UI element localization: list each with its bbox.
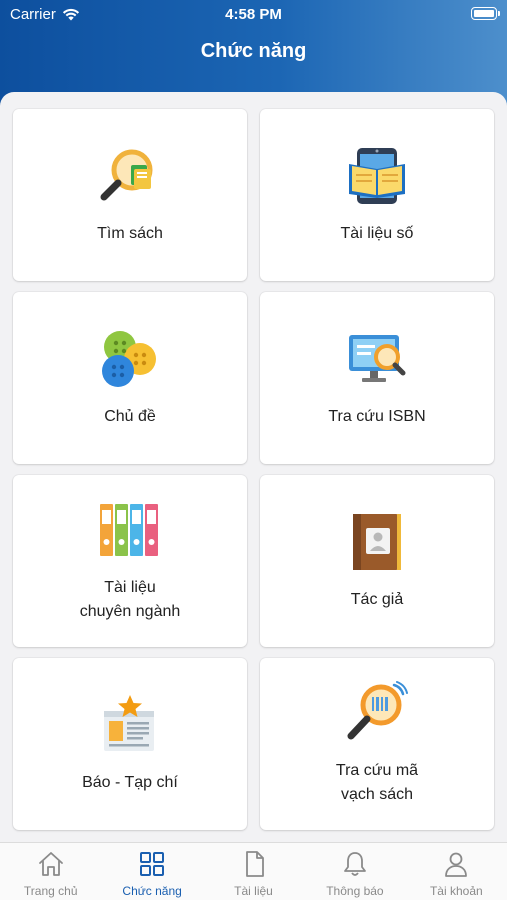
tab-bar: Trang chủ Chức năng Tài liệu Thông báo T…: [0, 842, 507, 900]
function-label: Chủ đề: [104, 408, 156, 425]
function-label: Báo - Tạp chí: [82, 774, 178, 791]
function-label: Tài liệu số: [340, 225, 414, 242]
function-card-isbn-lookup[interactable]: Tra cứu ISBN: [260, 292, 494, 464]
author-book-icon: [353, 514, 401, 570]
home-icon: [38, 852, 63, 876]
function-label: Tra cứu mã vạch sách: [335, 762, 419, 803]
function-card-authors[interactable]: Tác giả: [260, 475, 494, 647]
digital-book-icon: [349, 148, 405, 204]
status-bar: Carrier 4:58 PM: [0, 0, 507, 28]
tab-account[interactable]: Tài khoản: [406, 843, 507, 900]
function-card-find-book[interactable]: Tìm sách: [13, 109, 247, 281]
tab-home[interactable]: Trang chủ: [0, 843, 101, 900]
tab-notifications[interactable]: Thông báo: [304, 843, 405, 900]
function-card-digital-docs[interactable]: Tài liệu số: [260, 109, 494, 281]
page-title: Chức năng: [200, 40, 307, 62]
function-card-topics[interactable]: Chủ đề: [13, 292, 247, 464]
buttons-topic-icon: [102, 331, 156, 387]
function-label: Tra cứu ISBN: [328, 408, 426, 425]
tab-label: Thông báo: [326, 884, 384, 898]
tab-functions[interactable]: Chức năng: [101, 843, 202, 900]
battery-icon: [471, 7, 500, 20]
function-card-specialized-docs[interactable]: Tài liệu chuyên ngành: [13, 475, 247, 647]
newspaper-icon: [104, 695, 154, 751]
function-label: Tài liệu chuyên ngành: [79, 579, 181, 620]
tab-documents[interactable]: Tài liệu: [203, 843, 304, 900]
function-label: Tác giả: [350, 591, 404, 608]
tab-label: Tài khoản: [429, 884, 483, 898]
barcode-search-icon: [347, 681, 408, 740]
tab-label: Trang chủ: [23, 884, 78, 898]
document-icon: [245, 851, 264, 877]
user-icon: [445, 852, 468, 877]
tab-label: Chức năng: [122, 884, 182, 898]
monitor-search-icon: [349, 335, 406, 382]
function-card-newspapers[interactable]: Báo - Tạp chí: [13, 658, 247, 830]
book-search-icon: [100, 149, 153, 201]
function-label: Tìm sách: [97, 225, 163, 242]
binders-icon: [100, 504, 158, 556]
function-card-barcode-lookup[interactable]: Tra cứu mã vạch sách: [260, 658, 494, 830]
status-time: 4:58 PM: [225, 6, 282, 23]
bell-icon: [344, 852, 366, 876]
grid-icon: [140, 852, 165, 876]
function-grid: Tìm sách Tài liệu số Chủ đề Tra cứu ISBN…: [0, 92, 507, 842]
tab-label: Tài liệu: [234, 884, 273, 898]
